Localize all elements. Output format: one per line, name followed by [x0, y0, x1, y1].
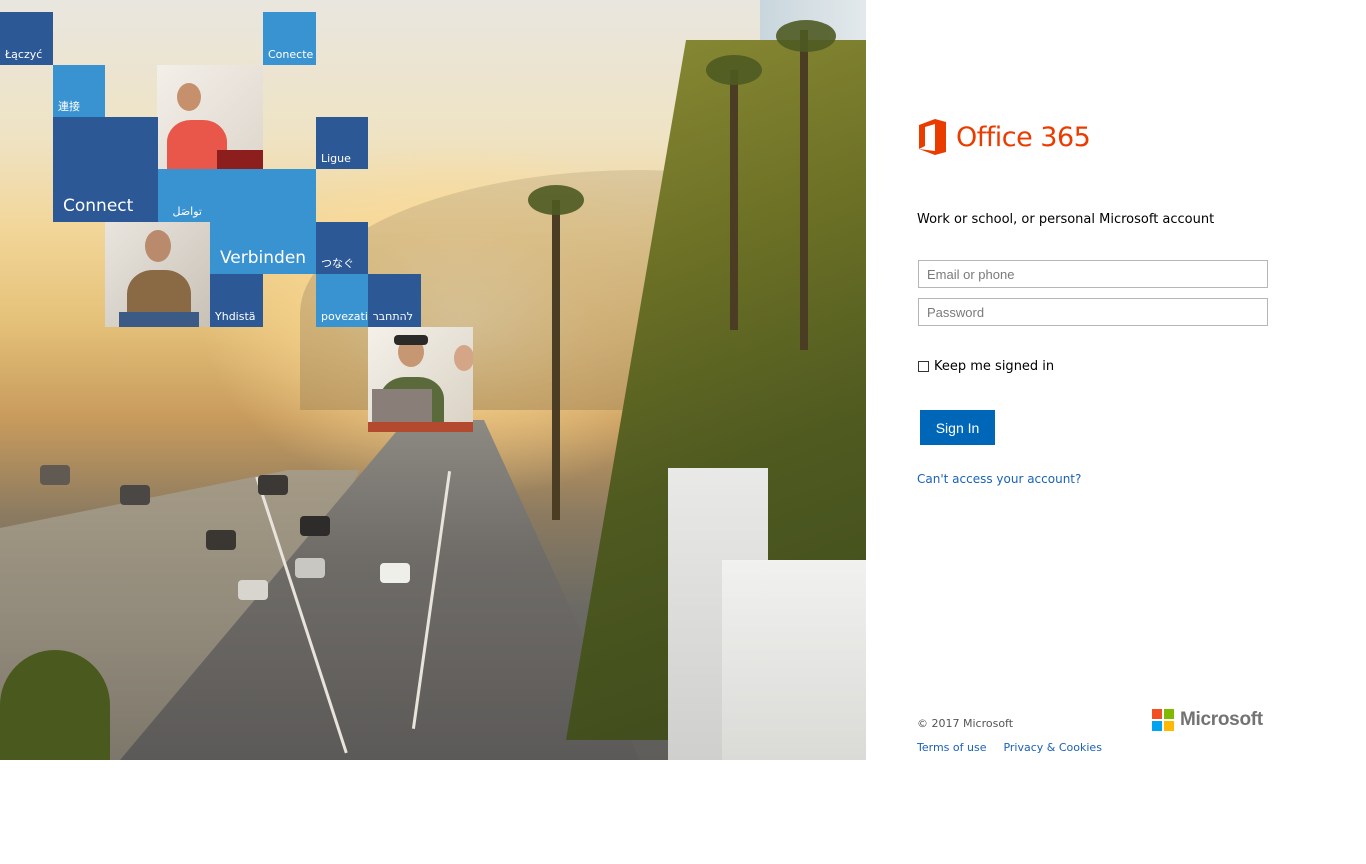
privacy-cookies-link[interactable]: Privacy & Cookies — [1003, 741, 1101, 754]
palm-trunk — [800, 30, 808, 350]
hero-image: Łączyć Conecte 連接 Ligue Connect تواصَل V… — [0, 0, 866, 760]
hat — [394, 335, 428, 345]
tile-label: Connect — [63, 196, 134, 216]
car — [258, 475, 288, 495]
car — [238, 580, 268, 600]
tile-label: 連接 — [58, 100, 80, 113]
sign-in-button[interactable]: Sign In — [920, 410, 995, 445]
car — [300, 516, 330, 536]
person-head — [177, 83, 201, 111]
tile-label: Yhdistä — [215, 310, 256, 323]
tile-label: Łączyć — [5, 48, 43, 61]
copyright: © 2017 Microsoft — [917, 717, 1014, 730]
jeans — [119, 312, 199, 327]
office-icon — [917, 119, 947, 155]
cant-access-account-link[interactable]: Can't access your account? — [917, 472, 1081, 486]
tile-laczyc: Łączyć — [0, 12, 53, 65]
palm-frond — [528, 185, 584, 215]
palm-trunk — [552, 200, 560, 520]
laptop — [372, 389, 432, 423]
person-head — [145, 230, 171, 262]
microsoft-wordmark: Microsoft — [1180, 709, 1263, 730]
concrete-wall — [722, 560, 866, 760]
footer-links: Terms of use Privacy & Cookies — [917, 741, 1102, 754]
logo-square-yellow — [1164, 721, 1174, 731]
car — [120, 485, 150, 505]
tile-yhdista: Yhdistä — [210, 274, 263, 327]
car — [380, 563, 410, 583]
palm-frond — [706, 55, 762, 85]
logo-square-green — [1164, 709, 1174, 719]
tile-label: povezati — [321, 310, 368, 323]
keep-signed-in-label[interactable]: Keep me signed in — [934, 359, 1054, 374]
microsoft-grid-icon — [1152, 709, 1174, 731]
tile-ligue: Ligue — [316, 117, 368, 169]
email-field[interactable] — [918, 260, 1268, 288]
product-name: Office 365 — [956, 121, 1091, 153]
tile-conecte: Conecte — [263, 12, 316, 65]
terms-of-use-link[interactable]: Terms of use — [917, 741, 986, 754]
palm-frond — [776, 20, 836, 52]
photo-people-laptop — [368, 327, 473, 432]
logo-square-blue — [1152, 721, 1162, 731]
microsoft-logo: Microsoft — [1152, 709, 1263, 731]
palm-bush — [0, 650, 110, 760]
tile-hebrew-connect: להתחבר — [368, 274, 421, 327]
tile-label: Ligue — [321, 152, 351, 165]
keep-signed-in-checkbox[interactable] — [918, 361, 929, 372]
pillow — [217, 150, 263, 169]
car — [295, 558, 325, 578]
password-field[interactable] — [918, 298, 1268, 326]
table — [368, 422, 473, 432]
tile-chinese-connect: 連接 — [53, 65, 105, 117]
tile-label: つなぐ — [321, 257, 354, 270]
car — [206, 530, 236, 550]
tile-povezati: povezati — [316, 274, 368, 327]
tile-verbinden: Verbinden — [210, 169, 316, 274]
tile-tsunagu: つなぐ — [316, 222, 368, 274]
tile-label: Verbinden — [220, 248, 307, 268]
tile-label: להתחבר — [372, 310, 413, 323]
keep-signed-in[interactable]: Keep me signed in — [918, 359, 1054, 374]
logo-square-red — [1152, 709, 1162, 719]
tile-label: Conecte — [268, 48, 314, 61]
account-type-subtitle: Work or school, or personal Microsoft ac… — [917, 212, 1215, 227]
person-head — [454, 345, 473, 371]
photo-man-phone — [105, 222, 210, 327]
photo-woman-tablet — [157, 65, 263, 169]
palm-trunk — [730, 70, 738, 330]
car — [40, 465, 70, 485]
tile-arabic-connect: تواصَل — [158, 169, 210, 222]
tile-label: تواصَل — [172, 205, 202, 218]
tile-connect: Connect — [53, 117, 158, 222]
office-365-logo: Office 365 — [917, 119, 1091, 155]
